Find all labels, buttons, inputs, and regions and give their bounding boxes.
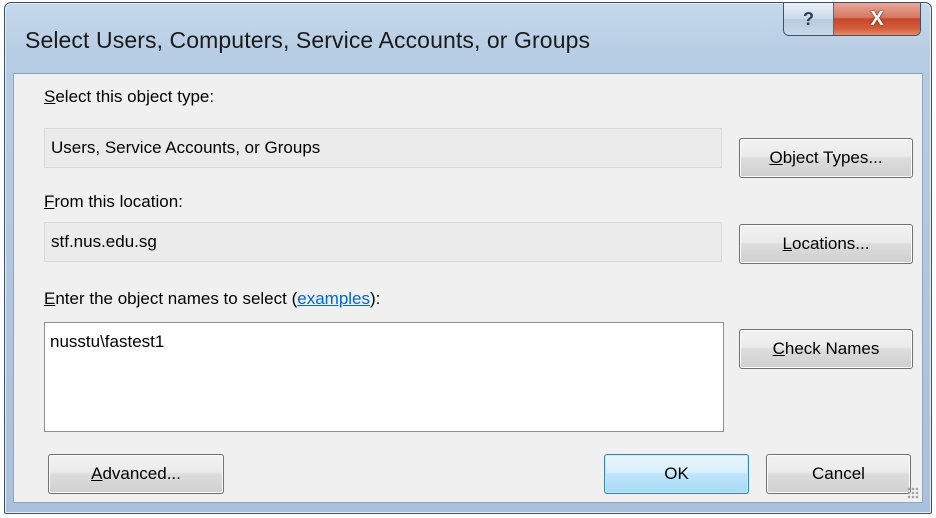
dialog-window: Select Users, Computers, Service Account… bbox=[4, 2, 932, 514]
title-bar[interactable]: Select Users, Computers, Service Account… bbox=[5, 3, 931, 73]
object-types-button[interactable]: Object Types... bbox=[739, 138, 913, 178]
check-names-button[interactable]: Check Names bbox=[739, 329, 913, 369]
advanced-button[interactable]: Advanced... bbox=[48, 454, 224, 494]
window-title: Select Users, Computers, Service Account… bbox=[25, 27, 591, 53]
locations-button[interactable]: Locations... bbox=[739, 224, 913, 264]
object-type-label: Select this object type: bbox=[44, 87, 215, 106]
resize-grip-icon[interactable] bbox=[907, 487, 919, 499]
object-type-field: Users, Service Accounts, or Groups bbox=[44, 128, 722, 168]
examples-link[interactable]: examples bbox=[297, 289, 370, 308]
object-names-input[interactable]: nusstu\fastest1 bbox=[44, 322, 724, 432]
caption-buttons: ? X bbox=[783, 3, 921, 36]
help-button[interactable]: ? bbox=[784, 3, 834, 35]
close-button[interactable]: X bbox=[834, 3, 920, 35]
help-icon: ? bbox=[803, 8, 814, 29]
location-label: From this location: bbox=[44, 192, 183, 211]
dialog-body: Select this object type: Users, Service … bbox=[13, 73, 923, 503]
cancel-button[interactable]: Cancel bbox=[766, 454, 911, 494]
close-icon: X bbox=[870, 7, 884, 30]
object-names-label: Enter the object names to select (exampl… bbox=[44, 289, 381, 308]
location-field: stf.nus.edu.sg bbox=[44, 222, 722, 262]
ok-button[interactable]: OK bbox=[604, 454, 749, 494]
